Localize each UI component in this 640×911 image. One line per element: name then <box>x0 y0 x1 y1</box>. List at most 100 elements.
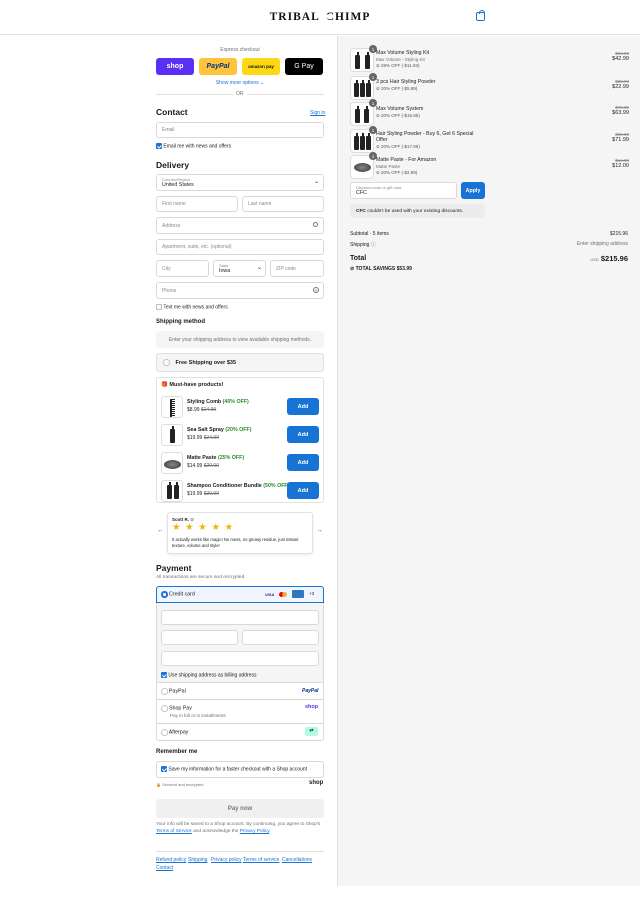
gift-icon: 🎁 <box>161 382 168 388</box>
google-pay-button[interactable]: G Pay <box>285 58 323 75</box>
paypal-button[interactable]: PayPal <box>199 58 237 75</box>
phone-field[interactable]: Phone <box>156 282 324 299</box>
credit-card-label-row[interactable]: Credit card <box>161 591 195 598</box>
product-image: 1 <box>350 99 377 126</box>
news-checkbox[interactable] <box>156 143 162 149</box>
terms-of-service-link[interactable]: Terms of service <box>243 857 279 863</box>
product-discount: ⊘ 20% OFF (-$2.99) <box>376 170 417 176</box>
add-styling-comb-button[interactable]: Add <box>287 398 319 415</box>
shop-pay-button[interactable]: shop <box>156 58 194 75</box>
address-field[interactable]: Address <box>156 217 324 234</box>
product-discount-text: 20% OFF (-$5.99) <box>381 86 418 91</box>
save-info-checkbox-row[interactable]: Save my information for a faster checkou… <box>161 766 307 772</box>
product-price: $14.99 $12.00 <box>612 158 629 169</box>
name-on-card-field[interactable] <box>161 651 319 666</box>
contact-link[interactable]: Contact <box>156 865 173 871</box>
upsell-off: (25% OFF) <box>217 455 245 461</box>
amazon-pay-button[interactable]: amazon pay <box>242 58 280 75</box>
state-value: Iowa <box>219 268 231 274</box>
add-sea-salt-spray-button[interactable]: Add <box>287 426 319 443</box>
savings-value: $53.99 <box>396 266 412 272</box>
help-icon[interactable]: ? <box>313 287 319 293</box>
zip-field[interactable]: ZIP code <box>270 260 324 277</box>
total-label: Total <box>350 255 367 262</box>
shop-pay-radio[interactable] <box>161 705 168 712</box>
product-name: Matte Paste - For Amazon <box>376 157 437 163</box>
cart-icon[interactable] <box>476 10 485 21</box>
product-discount-text: 20% OFF (-$2.99) <box>381 170 418 175</box>
email-field[interactable]: Email <box>156 122 324 138</box>
price-new: $12.00 <box>612 163 629 169</box>
add-shampoo-bundle-button[interactable]: Add <box>287 482 319 499</box>
upsell-item-name: Shampoo Conditioner Bundle (50% OFF) <box>187 483 289 489</box>
secure-row: 🔒 Secured and encrypted <box>156 782 203 787</box>
order-item: 1 Hair Styling Powder - Buy 6, Get 6 Spe… <box>338 126 640 153</box>
show-more-label: Show more options <box>215 80 259 86</box>
refund-policy-link[interactable]: Refund policy <box>156 857 186 863</box>
save-info-checkbox[interactable] <box>161 766 167 772</box>
discount-value: CFC <box>356 190 367 196</box>
upsell-price-new: $19.99 <box>187 435 203 441</box>
upsell-price-new: $19.99 <box>187 491 203 497</box>
shop-pay-logo-icon: shop <box>305 704 319 710</box>
paypal-label-row[interactable]: PayPal <box>161 688 186 695</box>
card-number-field[interactable] <box>161 610 319 625</box>
billing-checkbox[interactable] <box>161 672 167 678</box>
first-name-field[interactable]: First name <box>156 196 238 212</box>
billing-checkbox-row[interactable]: Use shipping address as billing address <box>161 672 257 678</box>
remember-me-heading: Remember me <box>156 749 198 755</box>
country-value: United States <box>162 182 194 188</box>
shipping-label: Shipping <box>350 242 370 248</box>
last-name-field[interactable]: Last name <box>242 196 324 212</box>
order-item: 1 Matte Paste - For Amazon Matte Paste ⊘… <box>338 152 640 179</box>
city-field[interactable]: City <box>156 260 209 277</box>
expiry-field[interactable] <box>161 630 238 645</box>
cancellations-link[interactable]: Cancellations <box>282 857 312 863</box>
tag-icon: ⊘ <box>376 113 380 118</box>
news-checkbox-row[interactable]: Email me with news and offers <box>156 143 231 149</box>
afterpay-radio[interactable] <box>161 729 168 736</box>
afterpay-label-row[interactable]: Afterpay <box>161 729 188 736</box>
credit-card-radio[interactable] <box>161 591 168 598</box>
apartment-field[interactable]: Apartment, suite, etc. (optional) <box>156 239 324 255</box>
arrow-right-icon[interactable]: → <box>316 527 323 534</box>
legal-dot: . <box>269 828 271 834</box>
apply-button[interactable]: Apply <box>461 182 485 199</box>
payment-heading: Payment <box>156 563 192 573</box>
shop-pay-label-row[interactable]: Shop Pay <box>161 705 192 712</box>
price-new: $71.99 <box>612 137 629 143</box>
discount-code-field[interactable]: Discount code or gift card CFC <box>350 182 457 199</box>
info-circle-icon <box>163 359 170 366</box>
privacy-policy-link[interactable]: Privacy policy <box>211 857 242 863</box>
pay-now-button[interactable]: Pay now <box>156 799 324 818</box>
shipping-link[interactable]: Shipping <box>188 857 207 863</box>
terms-link[interactable]: Terms of Service <box>156 829 192 834</box>
brand-logo[interactable]: TRIBAL CHIMP <box>270 8 370 26</box>
security-code-field[interactable] <box>242 630 319 645</box>
country-select[interactable]: Country/Region United States <box>156 174 324 191</box>
shop-pay-option[interactable] <box>156 700 324 724</box>
arrow-left-icon[interactable]: ← <box>157 527 164 534</box>
help-icon[interactable]: ⓘ <box>371 242 376 248</box>
product-variant: Max Volume - Styling Kit <box>376 57 425 62</box>
product-image: 1 <box>350 45 377 72</box>
sign-in-link[interactable]: Sign in <box>310 110 325 116</box>
upsell-price-new: $14.99 <box>187 463 203 469</box>
add-matte-paste-button[interactable]: Add <box>287 454 319 471</box>
sms-checkbox[interactable] <box>156 304 162 310</box>
show-more-options-link[interactable]: Show more options ⌄ <box>156 80 324 86</box>
upsell-price-old: $24.99 <box>203 435 219 441</box>
save-info-label: Save my information for a faster checkou… <box>168 766 308 773</box>
subtotal-label: Subtotal · 5 items <box>350 231 389 237</box>
free-shipping-banner: Free Shipping over $35 <box>156 353 324 372</box>
legal-text: Your info will be saved to a Shop accoun… <box>156 822 324 835</box>
total-value-row: USD $215.96 <box>590 254 628 263</box>
paypal-radio[interactable] <box>161 688 168 695</box>
legal-text-1: Your info will be saved to a Shop accoun… <box>156 822 321 827</box>
billing-label: Use shipping address as billing address <box>168 672 257 679</box>
contact-heading: Contact <box>156 107 188 117</box>
privacy-link[interactable]: Privacy Policy <box>240 829 270 834</box>
savings-label: TOTAL SAVINGS <box>355 266 396 272</box>
order-summary: 1 Max Volume Styling Kit Max Volume - St… <box>337 36 640 886</box>
sms-checkbox-row[interactable]: Text me with news and offers <box>156 304 228 310</box>
